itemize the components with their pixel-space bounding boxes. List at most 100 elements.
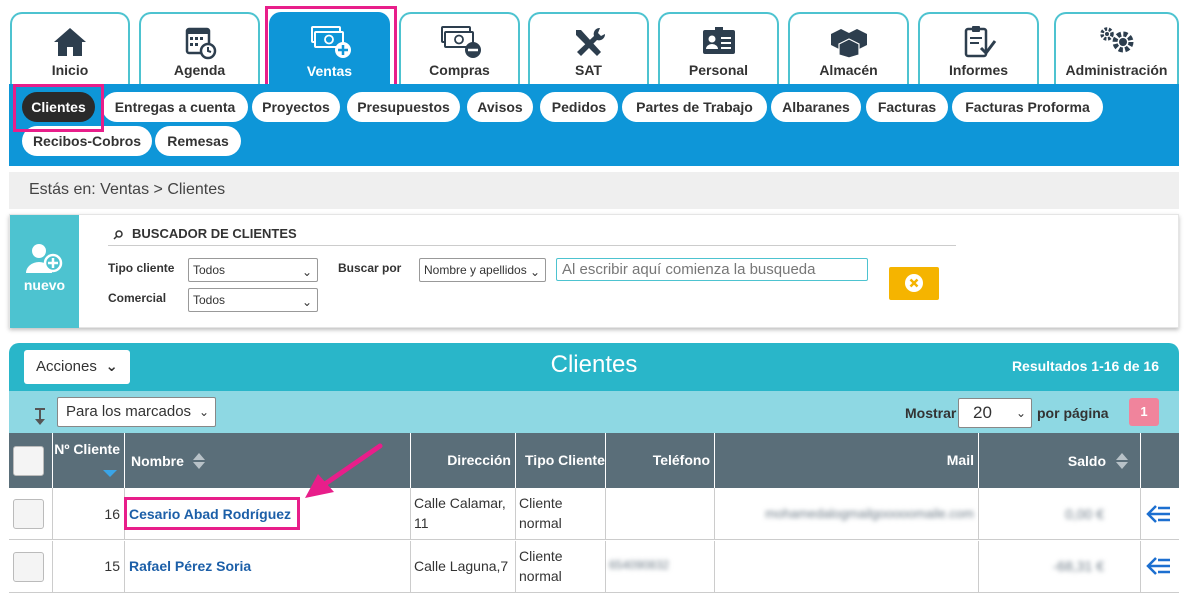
subnav-presupuestos[interactable]: Presupuestos <box>347 92 460 122</box>
search-icon <box>113 230 123 240</box>
tipo-line-1: Cliente <box>519 548 563 564</box>
subnav-partes-de-trabajo[interactable]: Partes de Trabajo <box>622 92 767 122</box>
cell-num: 15 <box>53 541 125 593</box>
new-client-button[interactable]: nuevo <box>10 215 79 328</box>
tab-label: Personal <box>688 62 749 78</box>
sort-icon <box>193 453 205 469</box>
cell-saldo: 0,00 € <box>979 488 1141 540</box>
tipo-cliente-value: Todos <box>193 263 226 277</box>
subnav-proyectos[interactable]: Proyectos <box>252 92 340 122</box>
tab-inicio[interactable]: Inicio <box>10 12 130 84</box>
search-title: BUSCADOR DE CLIENTES <box>108 226 956 246</box>
address-line-1: Calle Calamar, <box>414 495 506 511</box>
money-plus-icon <box>310 26 351 58</box>
tab-informes[interactable]: Informes <box>918 12 1039 84</box>
tab-ventas[interactable]: Ventas <box>269 12 390 84</box>
client-number: 15 <box>104 558 120 574</box>
results-count: Resultados 1-16 de 16 <box>1011 358 1159 374</box>
per-page-value: 20 <box>973 403 992 422</box>
header-label: Nombre <box>131 453 184 469</box>
sub-navigation: Clientes Entregas a cuenta Proyectos Pre… <box>9 84 1179 166</box>
expand-menu-icon[interactable] <box>1146 556 1172 576</box>
search-title-text: BUSCADOR DE CLIENTES <box>132 226 297 241</box>
tab-compras[interactable]: Compras <box>399 12 520 84</box>
subnav-albaranes[interactable]: Albaranes <box>771 92 861 122</box>
header-mail[interactable]: Mail <box>715 433 979 488</box>
cell-action <box>1141 541 1179 593</box>
buscar-por-select[interactable]: Nombre y apellidos ⌄ <box>419 258 546 282</box>
expand-menu-icon[interactable] <box>1146 504 1172 524</box>
subnav-pedidos[interactable]: Pedidos <box>540 92 618 122</box>
client-mail: mohamedalogmailgooooomaile.com <box>765 506 974 521</box>
header-tipo-cliente[interactable]: Tipo Cliente <box>516 433 606 488</box>
tab-sat[interactable]: SAT <box>528 12 649 84</box>
tab-label: Inicio <box>51 62 89 78</box>
cell-tipo: Cliente normal <box>516 488 606 540</box>
new-button-label: nuevo <box>23 277 66 293</box>
clipboard-check-icon <box>964 26 996 58</box>
client-saldo: -68,31 € <box>1052 558 1104 574</box>
header-telefono[interactable]: Teléfono <box>606 433 715 488</box>
tab-label: Almacén <box>819 62 878 78</box>
cell-saldo: -68,31 € <box>979 541 1141 593</box>
cell-nombre: Rafael Pérez Soria <box>125 541 411 593</box>
tools-icon <box>575 27 605 56</box>
buscar-por-value: Nombre y apellidos <box>424 263 527 277</box>
row-checkbox[interactable] <box>13 499 44 529</box>
header-label: Teléfono <box>652 452 710 468</box>
tab-personal[interactable]: Personal <box>658 12 779 84</box>
subnav-remesas[interactable]: Remesas <box>155 126 241 156</box>
home-icon <box>54 28 86 56</box>
main-tabs: Inicio Agenda Ventas Compras SAT Persona… <box>10 12 1179 84</box>
chevron-down-icon: ⌄ <box>529 265 540 279</box>
cell-mail: mohamedalogmailgooooomaile.com <box>715 488 979 540</box>
marked-actions-select[interactable]: Para los marcados ⌄ <box>57 397 216 427</box>
table-row[interactable]: 15 Rafael Pérez Soria Calle Laguna,7 Cli… <box>9 541 1179 593</box>
header-label: Saldo <box>1067 453 1106 469</box>
tipo-line-2: normal <box>519 515 562 531</box>
tab-almacen[interactable]: Almacén <box>788 12 909 84</box>
add-user-icon <box>26 244 63 273</box>
tab-administracion[interactable]: Administración <box>1054 12 1179 84</box>
address-line-1: Calle Laguna,7 <box>414 558 509 574</box>
header-direccion[interactable]: Dirección <box>411 433 516 488</box>
subnav-facturas[interactable]: Facturas <box>866 92 948 122</box>
tipo-cliente-select[interactable]: Todos ⌄ <box>188 258 318 282</box>
breadcrumb: Estás en: Ventas > Clientes <box>9 172 1179 209</box>
tab-agenda[interactable]: Agenda <box>139 12 260 84</box>
tab-label: Ventas <box>306 63 353 79</box>
comercial-select[interactable]: Todos ⌄ <box>188 288 318 312</box>
header-saldo[interactable]: Saldo <box>979 433 1141 488</box>
cell-telefono: 654090832 <box>606 541 715 593</box>
client-name-link[interactable]: Rafael Pérez Soria <box>129 558 251 574</box>
comercial-label: Comercial <box>108 291 167 305</box>
cell-num: 16 <box>53 488 125 540</box>
table-row[interactable]: 16 Cesario Abad Rodríguez Calle Calamar,… <box>9 488 1179 540</box>
mostrar-label: Mostrar <box>905 405 957 421</box>
tab-label: SAT <box>575 62 602 78</box>
row-checkbox[interactable] <box>13 552 44 582</box>
header-label: Dirección <box>447 452 511 468</box>
search-input[interactable]: Al escribir aquí comienza la busqueda <box>556 258 868 281</box>
clear-search-button[interactable] <box>889 267 939 300</box>
subnav-recibos-cobros[interactable]: Recibos-Cobros <box>22 126 152 156</box>
header-label: Tipo Cliente <box>525 452 605 468</box>
row-checkbox-cell <box>9 541 53 593</box>
tab-label: Agenda <box>173 62 226 78</box>
header-actions <box>1141 433 1179 488</box>
close-circle-icon <box>905 274 923 292</box>
subnav-avisos[interactable]: Avisos <box>467 92 533 122</box>
tab-label: Compras <box>429 62 490 78</box>
client-number: 16 <box>104 506 120 522</box>
client-name-link[interactable]: Cesario Abad Rodríguez <box>129 506 291 522</box>
per-page-select[interactable]: 20 ⌄ <box>958 398 1032 428</box>
header-num-cliente[interactable]: Nº Cliente <box>53 433 125 488</box>
client-saldo: 0,00 € <box>1065 506 1104 522</box>
select-all-checkbox[interactable] <box>13 446 44 476</box>
subnav-facturas-proforma[interactable]: Facturas Proforma <box>952 92 1103 122</box>
page-number-button[interactable]: 1 <box>1129 398 1159 426</box>
subnav-entregas-a-cuenta[interactable]: Entregas a cuenta <box>102 92 248 122</box>
address-line-2: 11 <box>414 515 429 531</box>
tipo-cliente-label: Tipo cliente <box>108 261 175 275</box>
subnav-clientes[interactable]: Clientes <box>22 92 95 122</box>
